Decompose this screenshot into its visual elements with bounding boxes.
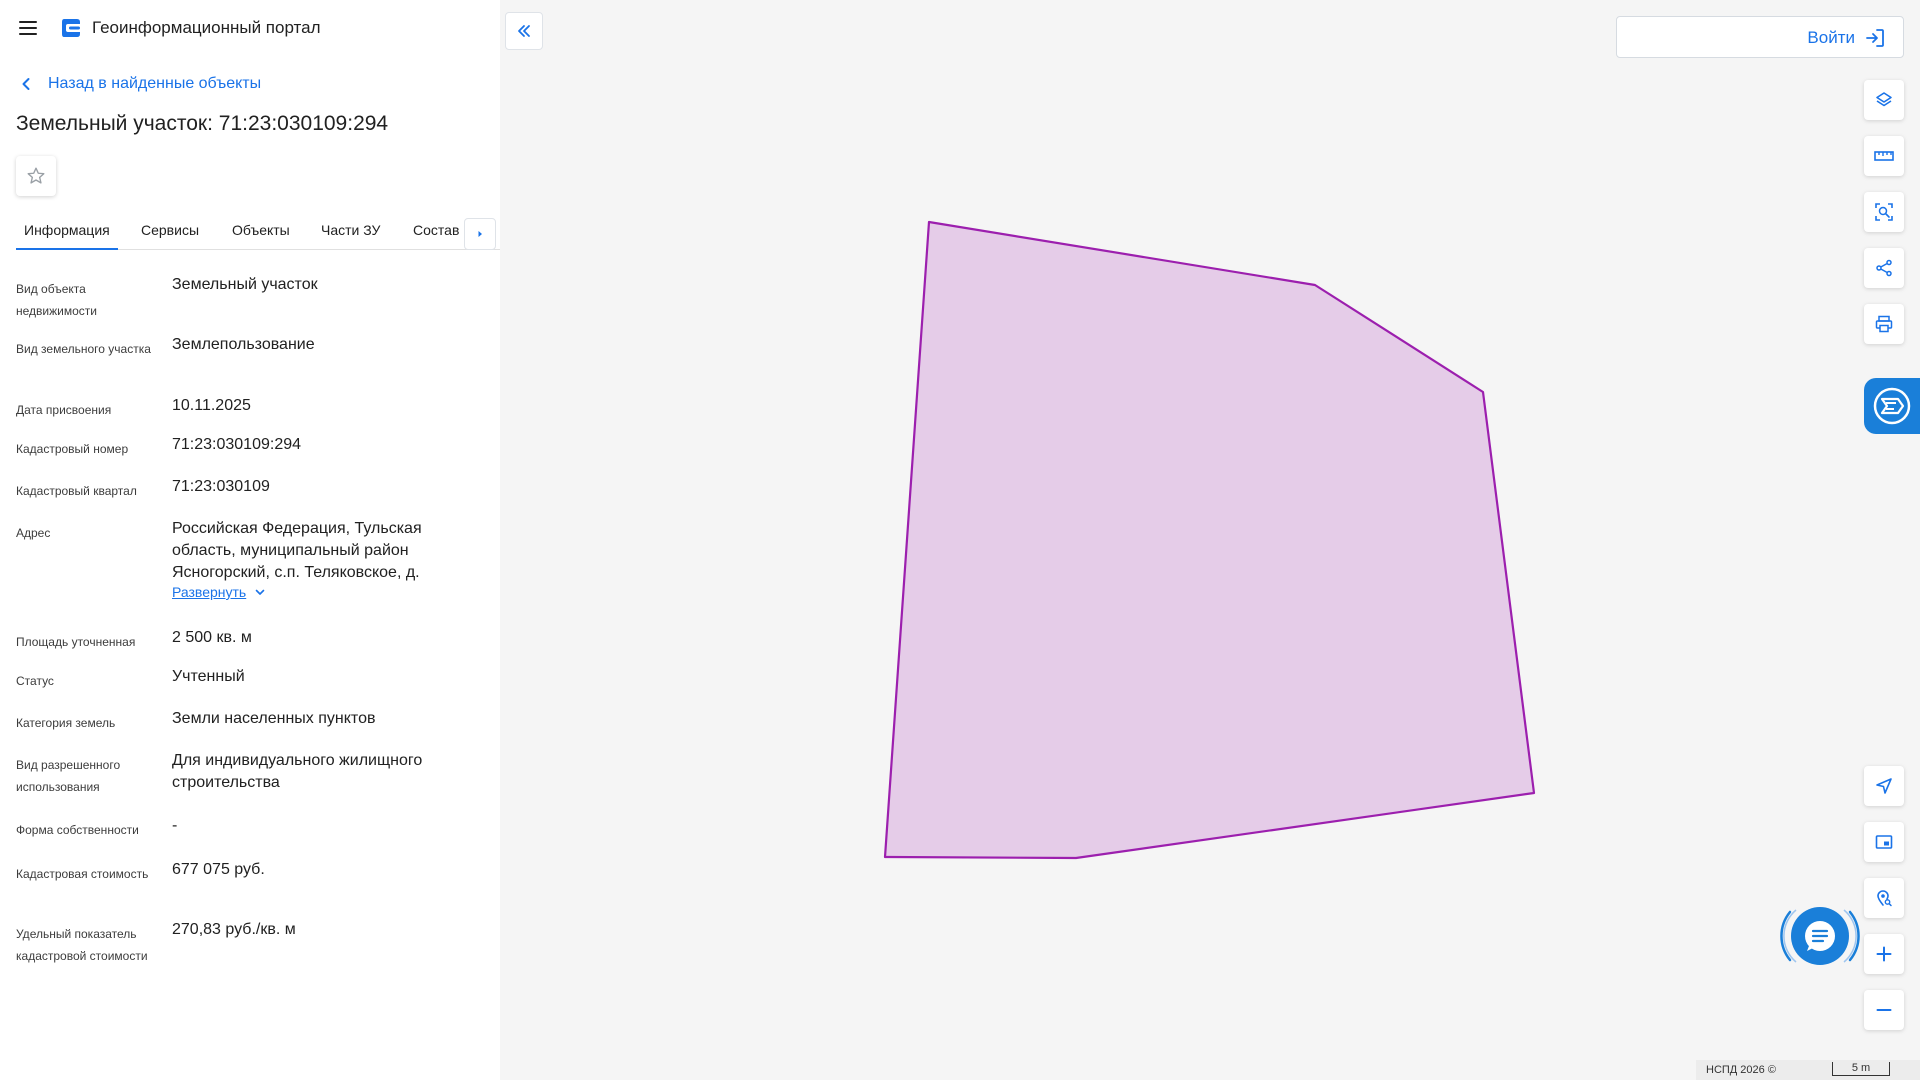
map-footer: НСПД 2026 © 5 m: [1696, 1060, 1920, 1080]
service-logo-icon: [1873, 387, 1911, 425]
property-label: Форма собственности: [16, 823, 139, 837]
share-button[interactable]: [1864, 248, 1904, 288]
layers-icon: [1876, 92, 1892, 107]
tab-information[interactable]: Информация: [16, 222, 118, 250]
measure-button[interactable]: [1864, 136, 1904, 176]
login-button[interactable]: Войти: [1616, 16, 1904, 58]
expand-address-label: Развернуть: [172, 584, 247, 600]
property-label: Статус: [16, 674, 54, 688]
property-label: Вид земельного участка: [16, 342, 151, 356]
scale-bar: 5 m: [1832, 1062, 1890, 1076]
copyright-text: НСПД 2026 ©: [1706, 1064, 1776, 1076]
map-canvas[interactable]: [500, 0, 1920, 1080]
back-link[interactable]: Назад в найденные объекты: [16, 72, 261, 96]
top-bar: Геоинформационный портал: [0, 0, 500, 56]
zoom-in-icon: [1876, 946, 1892, 962]
address-value: Российская Федерация, Тульская область, …: [172, 520, 422, 581]
zoom-in-button[interactable]: [1864, 934, 1904, 974]
property-value: Учтенный: [172, 668, 245, 685]
print-icon: [1875, 315, 1893, 333]
property-value: 71:23:030109:294: [172, 436, 302, 453]
navigate-button[interactable]: [1864, 766, 1904, 806]
property-value: Земельный участок: [172, 276, 318, 293]
service-widget-button[interactable]: [1864, 378, 1920, 434]
chat-button[interactable]: [1776, 898, 1864, 974]
property-label: Вид объекта недвижимости: [16, 282, 97, 318]
double-chevron-left-icon: [518, 25, 530, 37]
share-icon: [1876, 259, 1892, 277]
tab-composition[interactable]: Состав: [413, 222, 459, 238]
caret-right-icon: [478, 231, 482, 237]
menu-icon[interactable]: [16, 16, 40, 40]
tab-services[interactable]: Сервисы: [141, 222, 199, 238]
tab-parts[interactable]: Части ЗУ: [321, 222, 380, 238]
object-title: Земельный участок: 71:23:030109:294: [16, 112, 389, 135]
location-search-icon: [1877, 890, 1892, 907]
property-label: Вид разрешенного использования: [16, 758, 121, 794]
sidebar: Геоинформационный портал Назад в найденн…: [0, 0, 500, 1080]
portal-logo-icon: [62, 19, 80, 37]
chevron-left-icon: [22, 78, 30, 90]
ruler-icon: [1874, 151, 1894, 161]
location-search-button[interactable]: [1864, 878, 1904, 918]
zoom-out-icon: [1876, 1009, 1892, 1011]
property-value: -: [172, 817, 178, 834]
property-value: 10.11.2025: [172, 397, 251, 414]
area-select-icon: [1875, 203, 1893, 221]
portal-title: Геоинформационный портал: [92, 18, 321, 37]
chat-icon: [1780, 907, 1860, 965]
property-value: 2 500 кв. м: [172, 629, 252, 646]
area-select-button[interactable]: [1864, 192, 1904, 232]
property-value: 270,83 руб./кв. м: [172, 921, 296, 938]
property-value: Землепользование: [172, 336, 315, 353]
login-icon: [1866, 29, 1884, 47]
property-label: Кадастровый квартал: [16, 484, 137, 498]
tab-bar: Информация Сервисы Объекты Части ЗУ Сост…: [16, 214, 500, 250]
print-button[interactable]: [1864, 304, 1904, 344]
property-value: 71:23:030109: [172, 478, 270, 495]
minimap-icon: [1875, 835, 1893, 849]
property-label: Кадастровая стоимость: [16, 867, 149, 881]
back-link-label: Назад в найденные объекты: [48, 75, 262, 92]
tab-objects[interactable]: Объекты: [232, 222, 290, 238]
property-label: Кадастровый номер: [16, 442, 129, 456]
collapse-sidebar-button[interactable]: [505, 12, 543, 50]
property-label: Дата присвоения: [16, 403, 112, 417]
star-icon: [27, 167, 45, 184]
expand-address-link[interactable]: Развернуть: [172, 584, 266, 600]
property-value: Земли населенных пунктов: [172, 710, 376, 727]
navigate-icon: [1876, 778, 1892, 794]
property-value: 677 075 руб.: [172, 861, 265, 878]
property-label: Удельный показатель кадастровой стоимост…: [16, 927, 148, 963]
property-value: Для индивидуального жилищного строительс…: [172, 752, 423, 791]
property-label: Площадь уточненная: [16, 635, 136, 649]
scale-label: 5 m: [1851, 1062, 1871, 1074]
minimap-button[interactable]: [1864, 822, 1904, 862]
layers-button[interactable]: [1864, 80, 1904, 120]
favorite-button[interactable]: [16, 156, 56, 196]
tabs-scroll-right-button[interactable]: [464, 218, 496, 250]
zoom-out-button[interactable]: [1864, 990, 1904, 1030]
property-label: Адрес: [16, 526, 51, 540]
login-label: Войти: [1807, 28, 1855, 47]
property-label: Категория земель: [16, 716, 116, 730]
chevron-down-icon: [255, 589, 265, 595]
